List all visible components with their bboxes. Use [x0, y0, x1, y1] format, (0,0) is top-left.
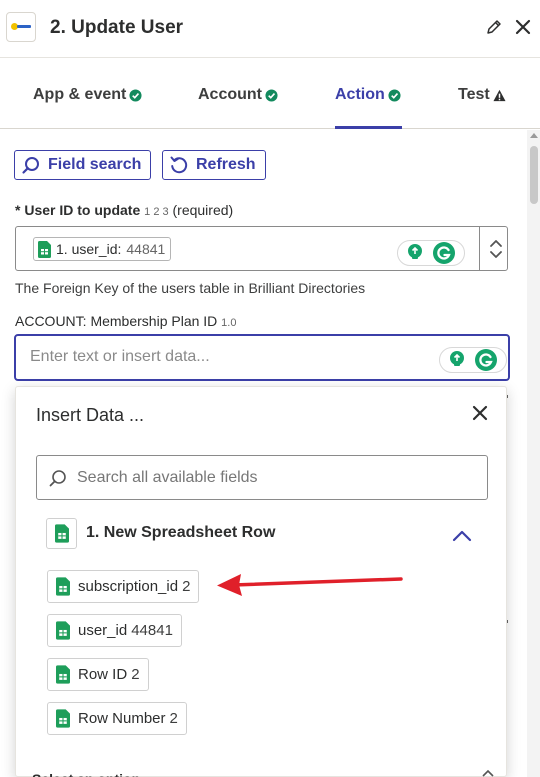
- field-name: user_id: [78, 622, 128, 639]
- tab-action[interactable]: Action: [335, 86, 401, 104]
- stepper-divider: [479, 227, 480, 270]
- grammarly-icon: [433, 242, 455, 264]
- required-marker: *: [15, 202, 21, 218]
- step-app-icon: [46, 518, 77, 549]
- user-id-helper-text: The Foreign Key of the users table in Br…: [15, 280, 366, 296]
- brilliant-logo-icon: [11, 22, 31, 32]
- google-sheets-icon: [56, 709, 70, 728]
- scrollbar[interactable]: [527, 130, 540, 777]
- search-fields-input[interactable]: Search all available fields: [36, 455, 488, 500]
- pill-value: 44841: [126, 241, 166, 257]
- user-id-label: * User ID to update 1 2 3 (required): [15, 202, 233, 218]
- search-placeholder: Search all available fields: [77, 469, 258, 486]
- data-field-option[interactable]: Row ID 2: [47, 658, 149, 691]
- close-icon[interactable]: [514, 18, 532, 36]
- type-hint: 1.0: [221, 317, 237, 329]
- tab-test[interactable]: Test: [458, 86, 506, 104]
- field-name: subscription_id: [78, 578, 179, 595]
- lightbulb-icon: [450, 351, 464, 366]
- input-placeholder: Enter text or insert data...: [30, 348, 210, 365]
- field-name: Row ID: [78, 666, 128, 683]
- scroll-up-arrow-icon[interactable]: [530, 133, 538, 138]
- field-value: 2: [169, 710, 178, 727]
- scrollbar-thumb[interactable]: [530, 146, 538, 204]
- refresh-label: Refresh: [196, 156, 256, 173]
- grammarly-icon: [475, 349, 497, 371]
- field-search-label: Field search: [48, 156, 142, 173]
- tab-label: App & event: [33, 86, 127, 103]
- step-group-title[interactable]: 1. New Spreadsheet Row: [86, 524, 275, 542]
- field-value: 2: [131, 666, 140, 683]
- insert-data-title: Insert Data ...: [36, 405, 145, 425]
- search-icon: [22, 157, 39, 174]
- step-tabs: App & event Account Action Test: [0, 59, 540, 129]
- type-hint: 1 2 3: [144, 206, 169, 218]
- field-value: 44841: [131, 622, 173, 639]
- data-field-option[interactable]: subscription_id 2: [47, 570, 200, 603]
- data-field-option[interactable]: Row Number 2: [47, 702, 187, 735]
- select-option-text[interactable]: Select an option: [32, 771, 140, 777]
- tab-label: Action: [335, 86, 385, 103]
- google-sheets-icon: [56, 621, 70, 640]
- field-value: 2: [182, 578, 191, 595]
- user-id-field[interactable]: 1. user_id: 44841: [15, 226, 508, 271]
- editor-header: 2. Update User: [0, 0, 540, 58]
- field-search-button[interactable]: Field search: [14, 150, 152, 180]
- chevron-up-down-icon[interactable]: [486, 237, 506, 261]
- google-sheets-icon: [56, 665, 70, 684]
- active-tab-indicator: [335, 126, 402, 129]
- pencil-icon[interactable]: [485, 18, 503, 36]
- refresh-button[interactable]: Refresh: [162, 150, 266, 180]
- membership-plan-label: ACCOUNT: Membership Plan ID 1.0: [15, 313, 236, 329]
- tab-app-event[interactable]: App & event: [33, 86, 142, 104]
- close-icon[interactable]: [472, 405, 488, 421]
- membership-plan-input[interactable]: Enter text or insert data...: [14, 334, 510, 381]
- field-label: User ID to update: [24, 202, 141, 218]
- tab-label: Test: [458, 86, 490, 103]
- data-field-option[interactable]: user_id 44841: [47, 614, 182, 647]
- field-name: Row Number: [78, 710, 166, 727]
- mapped-data-pill[interactable]: 1. user_id: 44841: [33, 237, 172, 261]
- chevron-up-icon[interactable]: [452, 530, 472, 542]
- grammarly-widget[interactable]: [397, 240, 465, 266]
- annotation-arrow-icon: [217, 574, 403, 596]
- lightbulb-icon: [408, 244, 422, 259]
- tab-label: Account: [198, 86, 262, 103]
- check-circle-icon: [388, 88, 401, 102]
- search-icon: [49, 470, 66, 487]
- field-label: ACCOUNT: Membership Plan ID: [15, 313, 218, 329]
- step-title[interactable]: 2. Update User: [50, 17, 183, 39]
- warning-triangle-icon: [493, 89, 506, 101]
- check-circle-icon: [265, 88, 278, 102]
- grammarly-widget[interactable]: [439, 347, 507, 373]
- chevron-up-icon[interactable]: [481, 769, 495, 777]
- google-sheets-icon: [38, 240, 51, 258]
- tab-account[interactable]: Account: [198, 86, 278, 104]
- pill-name: 1. user_id:: [56, 241, 122, 257]
- check-circle-icon: [129, 88, 142, 102]
- refresh-icon: [170, 156, 188, 174]
- google-sheets-icon: [56, 577, 70, 596]
- google-sheets-icon: [54, 524, 69, 543]
- required-text: (required): [172, 202, 234, 218]
- brilliant-directories-logo: [6, 12, 36, 42]
